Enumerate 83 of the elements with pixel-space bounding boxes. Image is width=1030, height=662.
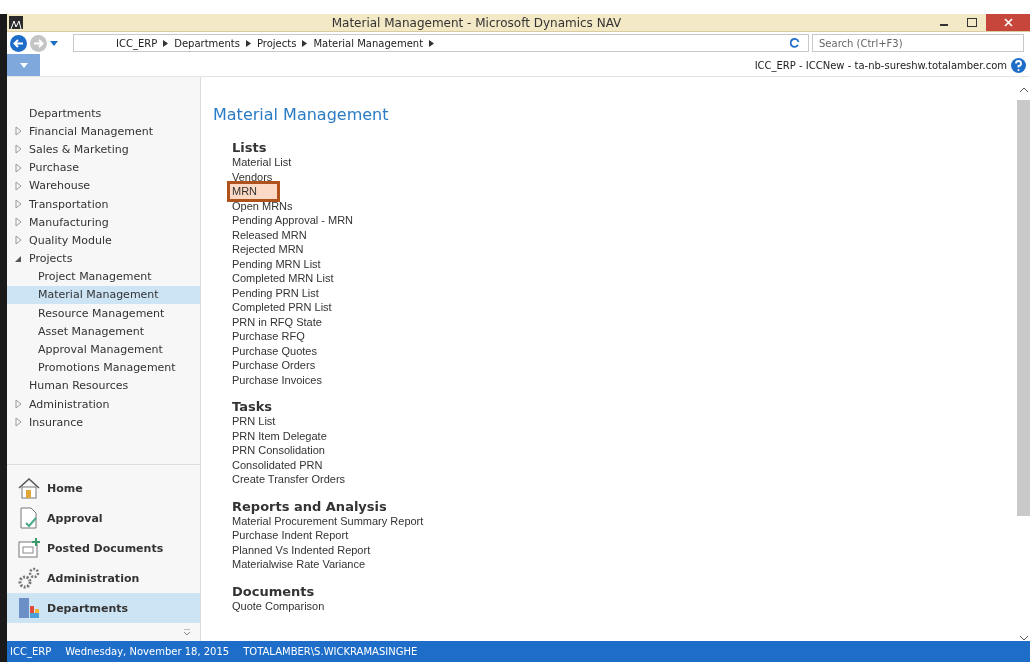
navigation-button[interactable]: Departments — [7, 593, 200, 623]
tree-item[interactable]: Approval Management — [7, 340, 200, 359]
breadcrumb-arrow-icon[interactable] — [302, 39, 308, 47]
section-heading: Documents — [232, 583, 316, 599]
close-icon[interactable] — [1003, 18, 1013, 27]
search-field[interactable]: Search (Ctrl+F3) — [812, 34, 1024, 52]
status-text: ICC_ERP — [10, 646, 52, 657]
tree-item[interactable]: Transportation — [7, 194, 200, 214]
action-link[interactable]: Purchase Invoices — [232, 372, 322, 387]
tree-item[interactable]: Human Resources — [7, 376, 200, 395]
tree-item[interactable]: Projects — [7, 249, 200, 268]
scrollbar[interactable] — [1017, 87, 1030, 641]
breadcrumb-item[interactable]: ICC_ERP — [116, 37, 158, 49]
action-link[interactable]: Quote Comparison — [232, 598, 325, 613]
action-link[interactable]: Purchase Quotes — [232, 343, 317, 358]
refresh-icon[interactable] — [790, 38, 800, 48]
breadcrumb-arrow-icon[interactable] — [429, 39, 435, 47]
action-link[interactable]: Consolidated PRN — [232, 457, 323, 472]
status-text: Wednesday, November 18, 2015 — [65, 646, 230, 657]
address-field[interactable]: ICC_ERP Departments Projects Material Management — [73, 34, 809, 52]
house-icon — [17, 477, 41, 499]
action-link[interactable]: Pending MRN List — [232, 256, 321, 271]
action-link[interactable]: Open MRNs — [232, 198, 293, 213]
action-link[interactable]: PRN in RFQ State — [232, 314, 322, 329]
action-link[interactable]: Purchase RFQ — [232, 329, 305, 344]
action-link[interactable]: MRN — [230, 184, 278, 199]
breadcrumb-item[interactable]: Departments — [174, 37, 240, 49]
navigation-button[interactable]: Approval — [7, 503, 200, 533]
navigation-button[interactable]: Home — [7, 473, 200, 503]
action-link[interactable]: Purchase Orders — [232, 358, 316, 373]
tree-item[interactable]: Promotions Management — [7, 358, 200, 377]
scroll-down-icon[interactable] — [1019, 636, 1028, 641]
status-text: TOTALAMBER\S.WICKRAMASINGHE — [243, 646, 418, 657]
action-link[interactable]: Pending Approval - MRN — [232, 213, 354, 228]
tree-item[interactable]: Project Management — [7, 267, 200, 286]
tree-item[interactable]: Warehouse — [7, 176, 200, 195]
posted-document-icon — [17, 537, 41, 559]
departments-chart-icon — [17, 596, 41, 620]
tree-item[interactable]: Asset Management — [7, 322, 200, 341]
page-title: Material Management — [213, 105, 390, 124]
action-link[interactable]: Pending PRN List — [232, 285, 319, 300]
action-link[interactable]: PRN Consolidation — [232, 443, 325, 458]
section-heading: Lists — [232, 140, 268, 155]
breadcrumb-arrow-icon[interactable] — [163, 39, 169, 47]
more-options-icon[interactable] — [184, 628, 190, 636]
action-link[interactable]: Completed PRN List — [232, 300, 332, 315]
window-title: Material Management - Microsoft Dynamics NAV — [330, 15, 623, 30]
section-heading: Reports and Analysis — [232, 498, 388, 514]
help-icon[interactable] — [1011, 57, 1026, 73]
action-link[interactable]: Material Procurement Summary Report — [232, 513, 424, 528]
action-link[interactable]: PRN Item Delegate — [232, 428, 327, 443]
action-link[interactable]: Material List — [232, 155, 292, 170]
action-link[interactable]: Materialwise Rate Variance — [232, 557, 366, 572]
maximize-icon[interactable] — [967, 18, 977, 27]
navigation-button[interactable]: Administration — [7, 563, 200, 593]
scroll-up-icon[interactable] — [1019, 87, 1028, 92]
action-link[interactable]: Released MRN — [232, 227, 307, 242]
tree-item[interactable]: Sales & Marketing — [7, 140, 200, 159]
app-logo-icon — [9, 16, 23, 29]
action-link[interactable]: Planned Vs Indented Report — [232, 542, 371, 557]
action-link[interactable]: Completed MRN List — [232, 271, 334, 286]
action-link[interactable]: Rejected MRN — [232, 242, 304, 257]
tree-item[interactable]: Purchase — [7, 158, 200, 177]
breadcrumb-item[interactable]: Projects — [256, 37, 297, 49]
navigation-button[interactable]: Posted Documents — [7, 533, 200, 563]
section-heading: Tasks — [232, 399, 274, 414]
tree-item[interactable]: Financial Management — [7, 122, 200, 141]
action-link[interactable]: Vendors — [232, 169, 273, 184]
breadcrumb-item[interactable]: Material Management — [313, 37, 424, 49]
action-link[interactable]: Purchase Indent Report — [232, 528, 349, 543]
tree-item[interactable]: Departments — [7, 104, 200, 123]
tree-item[interactable]: Administration — [7, 395, 200, 414]
breadcrumb-arrow-icon[interactable] — [245, 39, 251, 47]
tree-item[interactable]: Manufacturing — [7, 213, 200, 232]
tree-item[interactable]: Insurance — [7, 413, 200, 432]
connection-info: ICC_ERP - ICCNew - ta-nb-sureshw.totalamber.com — [754, 59, 1007, 71]
action-link[interactable]: PRN List — [232, 414, 276, 429]
tree-item[interactable]: Resource Management — [7, 304, 200, 323]
action-link[interactable]: Create Transfer Orders — [232, 472, 346, 487]
tree-item[interactable]: Quality Module — [7, 231, 200, 250]
gears-icon — [17, 566, 41, 590]
tree-item[interactable]: Material Management — [7, 285, 200, 305]
history-dropdown-icon[interactable] — [50, 40, 58, 46]
